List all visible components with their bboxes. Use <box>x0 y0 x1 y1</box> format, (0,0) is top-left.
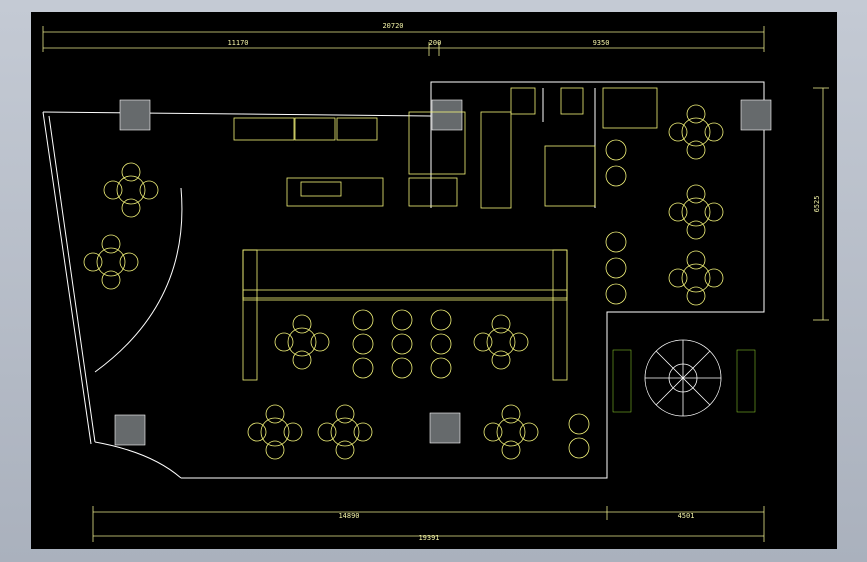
column-1 <box>119 99 151 131</box>
column-2 <box>431 99 463 131</box>
chair-8-w <box>274 332 294 352</box>
chair-2-s <box>686 140 706 160</box>
chair-2-n <box>686 104 706 124</box>
chair-7-e <box>519 422 539 442</box>
chair-6-n <box>335 404 355 424</box>
side-chair-2 <box>605 165 627 187</box>
chair-4-s <box>686 286 706 306</box>
chair-2-w <box>668 122 688 142</box>
walls <box>42 81 765 479</box>
dim-bottom-left: 14890 <box>338 512 359 520</box>
planter-right <box>736 349 756 413</box>
cad-canvas[interactable]: 20720 11170 200 9350 6525 14890 4501 193… <box>31 12 837 549</box>
chair-10-e <box>119 252 139 272</box>
side-chair-4 <box>605 257 627 279</box>
bar-stool-7 <box>352 357 374 379</box>
chair-10-w <box>83 252 103 272</box>
chair-4-n <box>686 250 706 270</box>
bar-stool-1 <box>352 309 374 331</box>
column-5 <box>429 412 461 444</box>
chair-7-n <box>501 404 521 424</box>
chair-9-e <box>509 332 529 352</box>
planters <box>612 349 756 413</box>
bar-stool-5 <box>391 333 413 355</box>
dim-right-height: 6525 <box>813 196 821 213</box>
chair-6-w <box>317 422 337 442</box>
side-chair-1 <box>605 139 627 161</box>
round-table-1 <box>116 175 146 205</box>
chair-7-w <box>483 422 503 442</box>
round-table-4 <box>681 263 711 293</box>
chair-8-s <box>292 350 312 370</box>
side-chair-6 <box>568 413 590 435</box>
chair-3-n <box>686 184 706 204</box>
dim-bottom-total: 19391 <box>418 534 439 542</box>
chair-3-e <box>704 202 724 222</box>
bar-stool-8 <box>391 357 413 379</box>
chair-9-w <box>473 332 493 352</box>
floor-plan: 20720 11170 200 9350 6525 14890 4501 193… <box>42 22 829 542</box>
chair-9-n <box>491 314 511 334</box>
dim-top-total: 20720 <box>382 22 403 30</box>
chair-10-n <box>101 234 121 254</box>
round-table-8 <box>287 327 317 357</box>
chair-1-n <box>121 162 141 182</box>
round-table-3 <box>681 197 711 227</box>
chair-1-s <box>121 198 141 218</box>
chair-2-e <box>704 122 724 142</box>
round-table-5 <box>260 417 290 447</box>
bar-stool-3 <box>430 309 452 331</box>
bar-stool-9 <box>430 357 452 379</box>
round-table-10 <box>96 247 126 277</box>
dining-tables <box>83 104 724 460</box>
chair-5-e <box>283 422 303 442</box>
dim-top-right: 9350 <box>593 39 610 47</box>
chair-6-s <box>335 440 355 460</box>
dim-top-left: 11170 <box>227 39 248 47</box>
dim-top-mid: 200 <box>429 39 442 47</box>
chair-7-s <box>501 440 521 460</box>
round-table-7 <box>496 417 526 447</box>
column-4 <box>114 414 146 446</box>
chair-3-w <box>668 202 688 222</box>
columns <box>114 99 772 446</box>
chair-8-e <box>310 332 330 352</box>
app-frame: 20720 11170 200 9350 6525 14890 4501 193… <box>0 0 867 562</box>
round-table-6 <box>330 417 360 447</box>
chair-4-e <box>704 268 724 288</box>
bar-stool-4 <box>352 333 374 355</box>
column-3 <box>740 99 772 131</box>
round-table-2 <box>681 117 711 147</box>
chair-1-e <box>139 180 159 200</box>
chair-5-n <box>265 404 285 424</box>
side-chair-5 <box>605 283 627 305</box>
chair-3-s <box>686 220 706 240</box>
bar-counter <box>242 249 568 381</box>
chair-4-w <box>668 268 688 288</box>
chair-5-w <box>247 422 267 442</box>
chair-1-w <box>103 180 123 200</box>
side-chair-3 <box>605 231 627 253</box>
chair-9-s <box>491 350 511 370</box>
dim-bottom-right: 4501 <box>678 512 695 520</box>
bar-stool-2 <box>391 309 413 331</box>
chair-6-e <box>353 422 373 442</box>
side-chair-7 <box>568 437 590 459</box>
round-table-9 <box>486 327 516 357</box>
chair-5-s <box>265 440 285 460</box>
planter-left <box>612 349 632 413</box>
chair-10-s <box>101 270 121 290</box>
bar-stool-6 <box>430 333 452 355</box>
chair-8-n <box>292 314 312 334</box>
umbrella-table <box>644 339 722 417</box>
